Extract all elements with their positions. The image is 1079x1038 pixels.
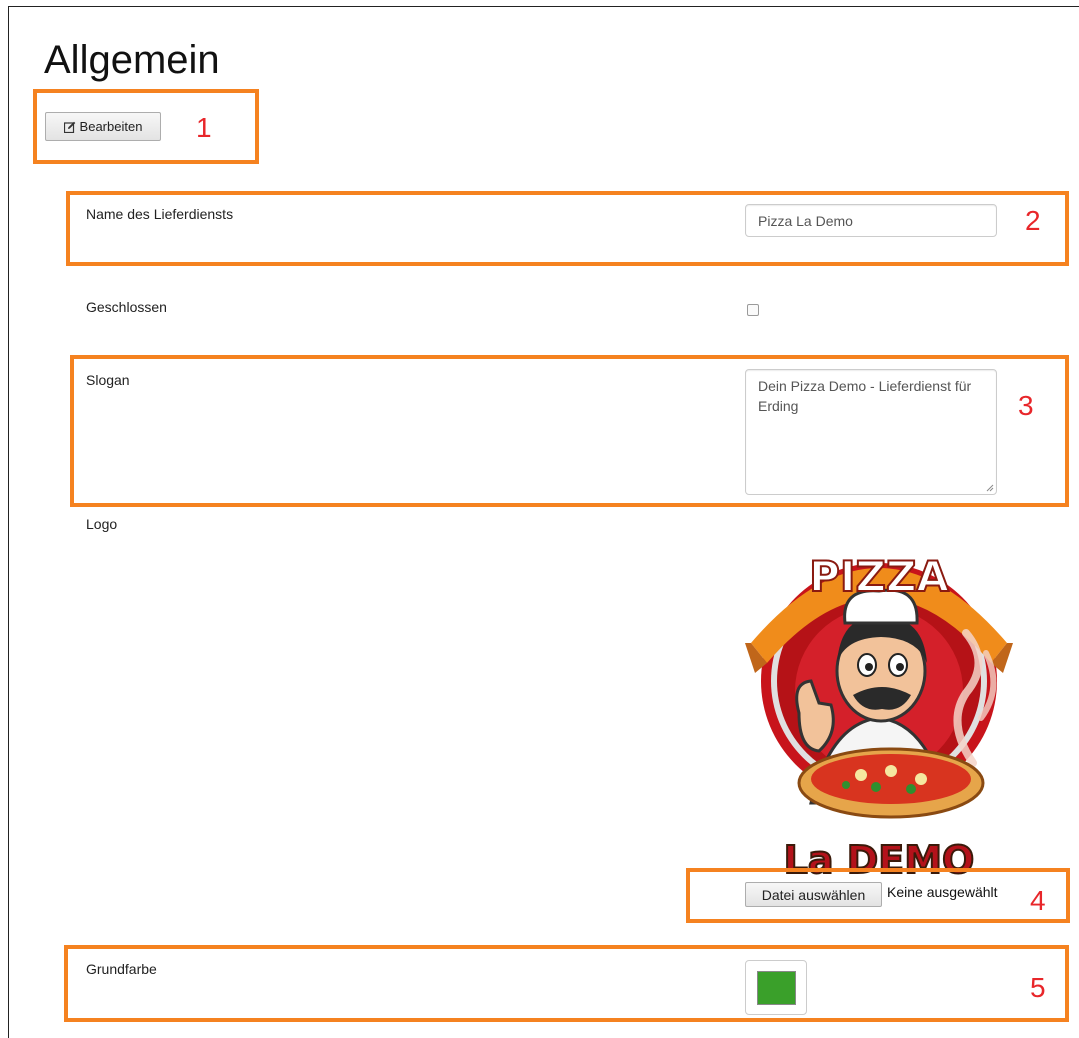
annotation-box-1 bbox=[33, 89, 259, 164]
logo-label: Logo bbox=[86, 516, 118, 532]
page-title: Allgemein bbox=[44, 38, 220, 82]
annotation-box-4 bbox=[686, 868, 1070, 923]
annotation-box-5 bbox=[64, 945, 1069, 1022]
annotation-number-5: 5 bbox=[1030, 972, 1046, 1003]
closed-label: Geschlossen bbox=[86, 299, 167, 315]
frame-top-border bbox=[8, 6, 1079, 7]
annotation-number-2: 2 bbox=[1025, 205, 1041, 236]
closed-checkbox[interactable] bbox=[747, 304, 759, 316]
annotation-box-2 bbox=[66, 191, 1069, 266]
annotation-box-3 bbox=[70, 355, 1069, 507]
frame-left-border bbox=[8, 6, 9, 1038]
annotation-number-4: 4 bbox=[1030, 885, 1046, 916]
annotation-number-1: 1 bbox=[196, 112, 212, 143]
annotation-number-3: 3 bbox=[1018, 390, 1034, 421]
logo-top-text: PIZZA bbox=[809, 552, 949, 601]
pizza-logo-image: La DEMO PIZZA bbox=[745, 551, 1013, 879]
